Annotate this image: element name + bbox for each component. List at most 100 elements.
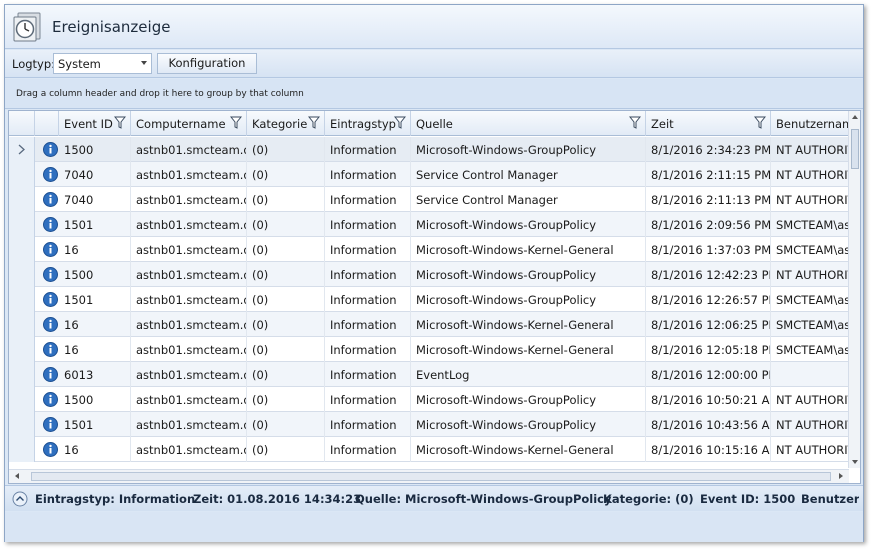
row-indicator[interactable] — [9, 412, 35, 437]
table-row[interactable]: 7040 astnb01.smcteam.de (0) Information Serv… — [9, 162, 849, 187]
configuration-button[interactable]: Konfiguration — [157, 53, 257, 74]
row-indicator[interactable] — [9, 437, 35, 462]
info-icon — [43, 167, 58, 182]
cell-kategorie: (0) — [247, 212, 325, 237]
cell-quelle: Microsoft-Windows-GroupPolicy — [411, 387, 646, 412]
info-icon — [43, 217, 58, 232]
table-row[interactable]: 16 astnb01.smcteam.de (0) Information Micros… — [9, 237, 849, 262]
row-indicator[interactable] — [9, 162, 35, 187]
row-indicator[interactable] — [9, 387, 35, 412]
group-by-panel[interactable]: Drag a column header and drop it here to… — [5, 79, 863, 109]
filter-icon[interactable] — [629, 116, 641, 129]
cell-eintragstyp: Information — [325, 337, 411, 362]
table-row[interactable]: 16 astnb01.smcteam.de (0) Information Micros… — [9, 437, 849, 462]
row-indicator[interactable] — [9, 262, 35, 287]
table-row[interactable]: 7040 astnb01.smcteam.de (0) Information Serv… — [9, 187, 849, 212]
column-header-eintragstyp[interactable]: Eintragstyp — [325, 111, 411, 136]
info-icon — [43, 392, 58, 407]
horizontal-scroll-thumb[interactable] — [31, 472, 831, 481]
filter-icon[interactable] — [114, 116, 126, 129]
row-indicator[interactable] — [9, 212, 35, 237]
status-category: Kategorie: (0) — [603, 492, 694, 506]
cell-kategorie: (0) — [247, 187, 325, 212]
column-header-label: Eintragstyp — [330, 117, 396, 131]
event-viewer-window: Ereignisanzeige Logtyp: System Konfigura… — [4, 4, 864, 542]
row-indicator[interactable] — [9, 312, 35, 337]
column-header-label: Computername — [136, 117, 226, 131]
cell-event-id: 1500 — [59, 137, 131, 162]
column-header-label: Zeit — [651, 117, 674, 131]
logtype-label: Logtyp: — [12, 57, 56, 71]
scroll-left-icon[interactable] — [15, 473, 19, 479]
table-row[interactable]: 1500 astnb01.smcteam.de (0) Information Micr… — [9, 137, 849, 162]
cell-kategorie: (0) — [247, 287, 325, 312]
vertical-scroll-thumb[interactable] — [851, 129, 859, 169]
cell-eintragstyp: Information — [325, 387, 411, 412]
cell-computername: astnb01.smcteam.de — [131, 337, 247, 362]
row-indicator[interactable] — [9, 287, 35, 312]
column-header-event-id[interactable]: Event ID — [59, 111, 131, 136]
table-row[interactable]: 1500 astnb01.smcteam.de (0) Information Micr… — [9, 387, 849, 412]
filter-icon[interactable] — [394, 116, 406, 129]
cell-zeit: 8/1/2016 2:34:23 PM — [646, 137, 771, 162]
column-header-benutzername[interactable]: Benutzername — [771, 111, 849, 136]
table-row[interactable]: 1501 astnb01.smcteam.de (0) Information Micr… — [9, 212, 849, 237]
filter-icon[interactable] — [754, 116, 766, 129]
chevron-up-circle-icon[interactable] — [12, 491, 28, 507]
table-row[interactable]: 16 astnb01.smcteam.de (0) Information Micros… — [9, 312, 849, 337]
cell-computername: astnb01.smcteam.de — [131, 412, 247, 437]
filter-icon[interactable] — [230, 116, 242, 129]
toolbar: Logtyp: System Konfiguration — [5, 50, 863, 78]
column-header-label: Quelle — [416, 117, 453, 131]
cell-computername: astnb01.smcteam.de — [131, 387, 247, 412]
row-indicator-arrow-icon — [18, 144, 25, 155]
header-indicator-cell — [9, 111, 35, 136]
cell-event-id: 7040 — [59, 187, 131, 212]
table-row[interactable]: 6013 astnb01.smcteam.de (0) Information Even… — [9, 362, 849, 387]
cell-benutzername: SMCTEAM\ast — [776, 218, 849, 232]
row-indicator[interactable] — [9, 237, 35, 262]
cell-eintragstyp: Information — [325, 362, 411, 387]
column-header-quelle[interactable]: Quelle — [411, 111, 646, 136]
status-user: Benutzername — [801, 492, 859, 506]
table-row[interactable]: 1501 astnb01.smcteam.de (0) Information Micr… — [9, 412, 849, 437]
cell-benutzername: NT AUTHORITY — [776, 418, 849, 432]
filter-icon[interactable] — [308, 116, 320, 129]
cell-event-id: 1501 — [59, 212, 131, 237]
cell-quelle: Service Control Manager — [411, 187, 646, 212]
column-header-computername[interactable]: Computername — [131, 111, 247, 136]
row-indicator[interactable] — [9, 362, 35, 387]
logtype-select[interactable]: System — [53, 53, 152, 74]
table-row[interactable]: 1501 astnb01.smcteam.de (0) Information Micr… — [9, 287, 849, 312]
column-header-zeit[interactable]: Zeit — [646, 111, 771, 136]
cell-quelle: Microsoft-Windows-GroupPolicy — [411, 137, 646, 162]
cell-benutzername: NT AUTHORITY — [776, 193, 849, 207]
row-indicator[interactable] — [9, 187, 35, 212]
cell-event-id: 1500 — [59, 387, 131, 412]
status-event-id: Event ID: 1500 — [700, 492, 796, 506]
cell-quelle: Microsoft-Windows-GroupPolicy — [411, 262, 646, 287]
bottom-panel — [5, 512, 863, 542]
cell-quelle: Microsoft-Windows-GroupPolicy — [411, 412, 646, 437]
info-icon — [43, 242, 58, 257]
column-header-label: Benutzername — [776, 117, 849, 131]
cell-zeit: 8/1/2016 10:43:56 AM — [646, 412, 771, 437]
cell-computername: astnb01.smcteam.de — [131, 187, 247, 212]
row-indicator[interactable] — [9, 137, 35, 162]
table-row[interactable]: 16 astnb01.smcteam.de (0) Information Micros… — [9, 337, 849, 362]
info-icon — [43, 142, 58, 157]
scroll-up-icon[interactable] — [852, 115, 858, 119]
table-row[interactable]: 1500 astnb01.smcteam.de (0) Information Micr… — [9, 262, 849, 287]
window-title: Ereignisanzeige — [52, 18, 171, 36]
cell-eintragstyp: Information — [325, 287, 411, 312]
row-indicator[interactable] — [9, 337, 35, 362]
info-icon — [43, 342, 58, 357]
scroll-right-icon[interactable] — [839, 473, 843, 479]
horizontal-scrollbar[interactable] — [9, 469, 849, 483]
scroll-down-icon[interactable] — [852, 460, 858, 464]
cell-computername: astnb01.smcteam.de — [131, 162, 247, 187]
column-header-kategorie[interactable]: Kategorie — [247, 111, 325, 136]
vertical-scrollbar[interactable] — [848, 111, 860, 468]
cell-kategorie: (0) — [247, 162, 325, 187]
cell-benutzername: NT AUTHORITY — [776, 443, 849, 457]
